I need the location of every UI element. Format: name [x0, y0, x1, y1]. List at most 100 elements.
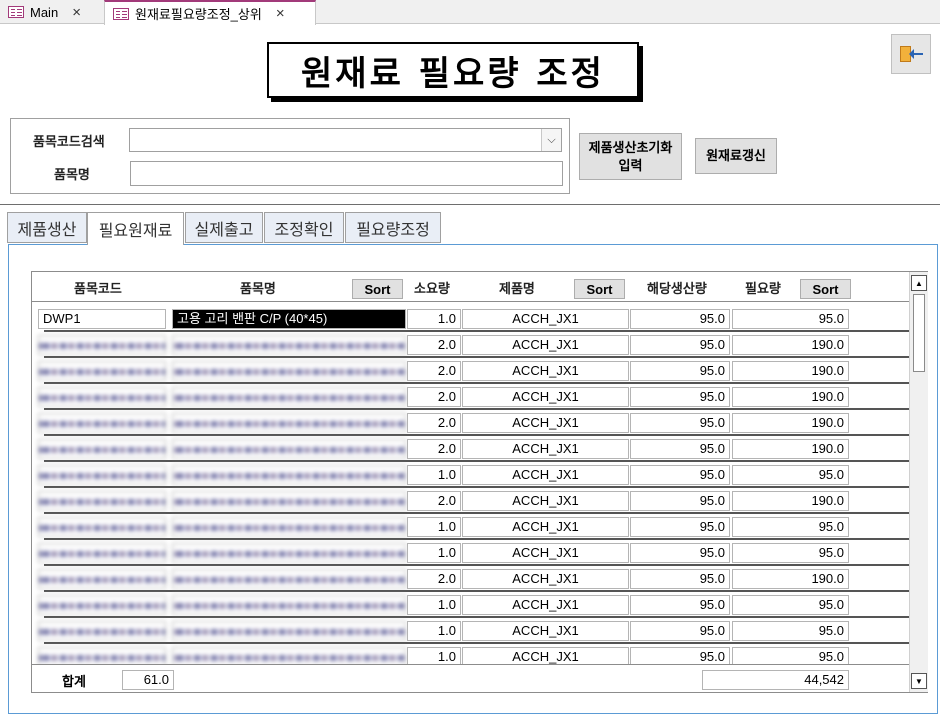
- produced-qty-cell[interactable]: 95.0: [630, 309, 730, 329]
- item-code-cell[interactable]: [38, 387, 166, 407]
- produced-qty-cell[interactable]: 95.0: [630, 413, 730, 433]
- product-name-cell[interactable]: ACCH_JX1: [462, 413, 629, 433]
- doc-tab-main[interactable]: Main ×: [0, 0, 104, 24]
- product-name-cell[interactable]: ACCH_JX1: [462, 595, 629, 615]
- produced-qty-cell[interactable]: 95.0: [630, 335, 730, 355]
- item-code-cell[interactable]: [38, 439, 166, 459]
- product-name-cell[interactable]: ACCH_JX1: [462, 517, 629, 537]
- required-qty-cell[interactable]: 190.0: [732, 491, 849, 511]
- item-name-cell[interactable]: [172, 387, 406, 407]
- required-qty-cell[interactable]: 190.0: [732, 361, 849, 381]
- qty-cell[interactable]: 1.0: [407, 621, 461, 641]
- qty-cell[interactable]: 2.0: [407, 335, 461, 355]
- product-name-cell[interactable]: ACCH_JX1: [462, 621, 629, 641]
- qty-cell[interactable]: 2.0: [407, 491, 461, 511]
- table-row[interactable]: 2.0 ACCH_JX1 95.0 190.0: [32, 488, 909, 514]
- required-qty-cell[interactable]: 190.0: [732, 439, 849, 459]
- item-name-cell[interactable]: 고용 고리 밴판 C/P (40*45): [172, 309, 406, 329]
- required-qty-cell[interactable]: 190.0: [732, 413, 849, 433]
- required-qty-cell[interactable]: 95.0: [732, 543, 849, 563]
- scroll-thumb[interactable]: [913, 294, 925, 372]
- item-name-cell[interactable]: [172, 491, 406, 511]
- produced-qty-cell[interactable]: 95.0: [630, 621, 730, 641]
- produced-qty-cell[interactable]: 95.0: [630, 361, 730, 381]
- tab-required-qty-adjust[interactable]: 필요량조정: [345, 212, 441, 243]
- item-name-cell[interactable]: [172, 413, 406, 433]
- produced-qty-cell[interactable]: 95.0: [630, 465, 730, 485]
- required-qty-cell[interactable]: 95.0: [732, 309, 849, 329]
- required-qty-cell[interactable]: 190.0: [732, 387, 849, 407]
- sort-item-name-button[interactable]: Sort: [352, 279, 403, 299]
- item-code-cell[interactable]: [38, 465, 166, 485]
- item-code-cell[interactable]: [38, 595, 166, 615]
- item-name-cell[interactable]: [172, 569, 406, 589]
- exit-button[interactable]: [891, 34, 931, 74]
- item-code-combobox[interactable]: ⌵: [129, 128, 562, 152]
- table-row[interactable]: 1.0 ACCH_JX1 95.0 95.0: [32, 540, 909, 566]
- qty-cell[interactable]: 2.0: [407, 361, 461, 381]
- required-qty-cell[interactable]: 190.0: [732, 569, 849, 589]
- produced-qty-cell[interactable]: 95.0: [630, 439, 730, 459]
- item-code-cell[interactable]: [38, 413, 166, 433]
- table-row[interactable]: 2.0 ACCH_JX1 95.0 190.0: [32, 436, 909, 462]
- product-production-init-button[interactable]: 제품생산초기화 입력: [579, 133, 682, 180]
- product-name-cell[interactable]: ACCH_JX1: [462, 491, 629, 511]
- tab-product-production[interactable]: 제품생산: [7, 212, 87, 243]
- required-qty-cell[interactable]: 95.0: [732, 517, 849, 537]
- item-code-cell[interactable]: DWP1: [38, 309, 166, 329]
- product-name-cell[interactable]: ACCH_JX1: [462, 465, 629, 485]
- item-code-cell[interactable]: [38, 569, 166, 589]
- table-row[interactable]: 1.0 ACCH_JX1 95.0 95.0: [32, 514, 909, 540]
- scroll-up-icon[interactable]: ▲: [911, 275, 927, 291]
- item-code-cell[interactable]: [38, 621, 166, 641]
- required-qty-cell[interactable]: 95.0: [732, 595, 849, 615]
- qty-cell[interactable]: 1.0: [407, 309, 461, 329]
- table-row[interactable]: 2.0 ACCH_JX1 95.0 190.0: [32, 332, 909, 358]
- scroll-down-icon[interactable]: ▼: [911, 673, 927, 689]
- qty-cell[interactable]: 1.0: [407, 517, 461, 537]
- product-name-cell[interactable]: ACCH_JX1: [462, 569, 629, 589]
- raw-material-update-button[interactable]: 원재료갱신: [695, 138, 777, 174]
- tab-adjust-check[interactable]: 조정확인: [264, 212, 344, 243]
- item-name-cell[interactable]: [172, 621, 406, 641]
- item-code-cell[interactable]: [38, 335, 166, 355]
- item-code-cell[interactable]: [38, 543, 166, 563]
- product-name-cell[interactable]: ACCH_JX1: [462, 387, 629, 407]
- item-code-cell[interactable]: [38, 361, 166, 381]
- table-row[interactable]: 1.0 ACCH_JX1 95.0 95.0: [32, 618, 909, 644]
- table-row[interactable]: 1.0 ACCH_JX1 95.0 95.0: [32, 592, 909, 618]
- sort-product-name-button[interactable]: Sort: [574, 279, 625, 299]
- product-name-cell[interactable]: ACCH_JX1: [462, 335, 629, 355]
- item-name-cell[interactable]: [172, 335, 406, 355]
- table-row[interactable]: DWP1 고용 고리 밴판 C/P (40*45) 1.0 ACCH_JX1 95.0 9…: [32, 306, 909, 332]
- close-icon[interactable]: ×: [72, 4, 81, 21]
- item-name-cell[interactable]: [172, 439, 406, 459]
- required-qty-cell[interactable]: 95.0: [732, 621, 849, 641]
- product-name-cell[interactable]: ACCH_JX1: [462, 361, 629, 381]
- table-row[interactable]: 2.0 ACCH_JX1 95.0 190.0: [32, 410, 909, 436]
- item-name-cell[interactable]: [172, 595, 406, 615]
- vertical-scrollbar[interactable]: ▲ ▼: [909, 272, 928, 692]
- qty-cell[interactable]: 2.0: [407, 413, 461, 433]
- qty-cell[interactable]: 2.0: [407, 569, 461, 589]
- item-name-cell[interactable]: [172, 465, 406, 485]
- item-name-cell[interactable]: [172, 543, 406, 563]
- tab-actual-release[interactable]: 실제출고: [185, 212, 263, 243]
- table-row[interactable]: 2.0 ACCH_JX1 95.0 190.0: [32, 566, 909, 592]
- product-name-cell[interactable]: ACCH_JX1: [462, 309, 629, 329]
- item-name-cell[interactable]: [172, 517, 406, 537]
- required-qty-cell[interactable]: 190.0: [732, 335, 849, 355]
- table-row[interactable]: 1.0 ACCH_JX1 95.0 95.0: [32, 462, 909, 488]
- item-code-cell[interactable]: [38, 491, 166, 511]
- item-name-field[interactable]: [130, 161, 563, 186]
- chevron-down-icon[interactable]: ⌵: [541, 129, 561, 151]
- qty-cell[interactable]: 2.0: [407, 439, 461, 459]
- qty-cell[interactable]: 1.0: [407, 465, 461, 485]
- produced-qty-cell[interactable]: 95.0: [630, 491, 730, 511]
- qty-cell[interactable]: 2.0: [407, 387, 461, 407]
- table-row[interactable]: 2.0 ACCH_JX1 95.0 190.0: [32, 358, 909, 384]
- produced-qty-cell[interactable]: 95.0: [630, 387, 730, 407]
- qty-cell[interactable]: 1.0: [407, 543, 461, 563]
- sort-required-qty-button[interactable]: Sort: [800, 279, 851, 299]
- item-code-cell[interactable]: [38, 517, 166, 537]
